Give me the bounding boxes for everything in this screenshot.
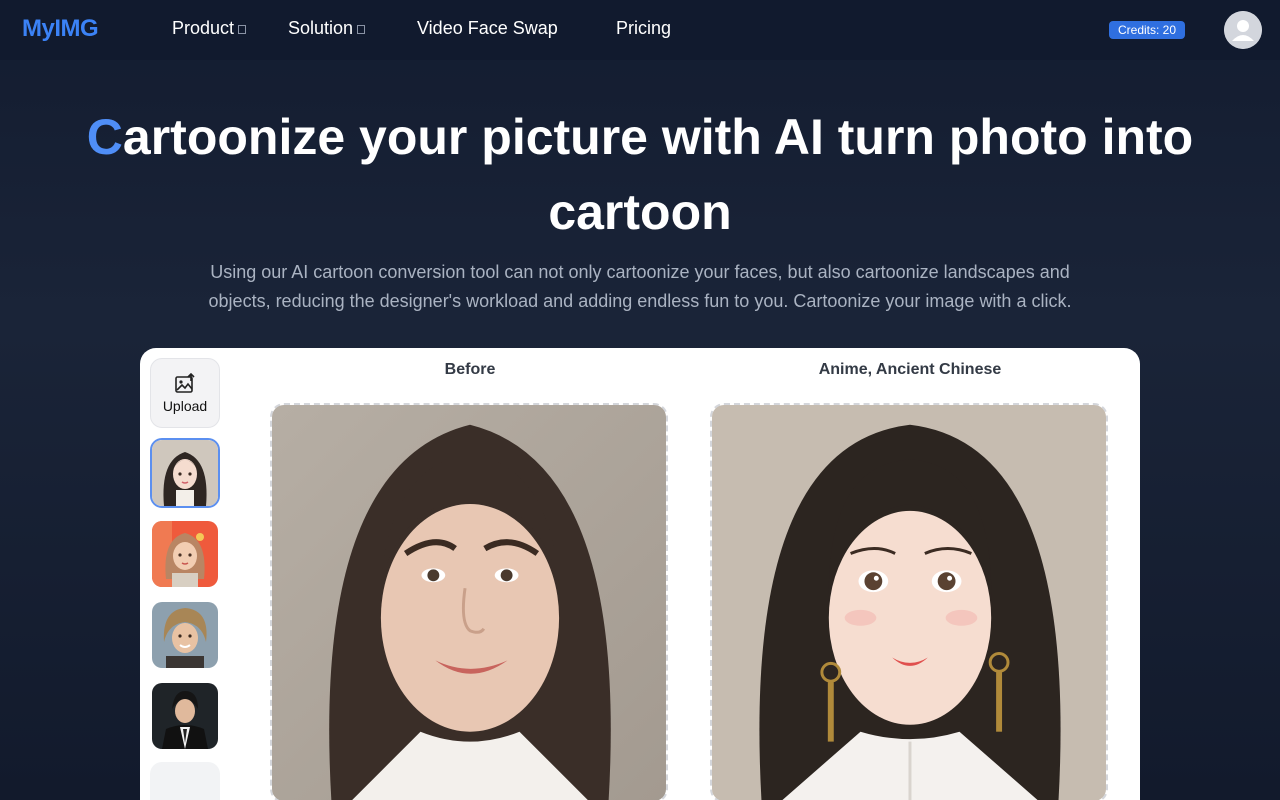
nav-solution-label: Solution [288,18,354,38]
sample-thumbnail-1[interactable] [150,438,220,508]
sample-thumbnail-4[interactable] [150,681,220,751]
cartoonize-panel: Upload Before Anime, Ancient Chinese [140,348,1140,800]
nav-pricing-label: Pricing [616,18,672,38]
upload-button[interactable]: Upload [150,358,220,428]
dropdown-caret-icon [357,25,366,34]
sample-thumbnail-2[interactable] [150,519,220,589]
before-image [270,403,668,800]
nav-solution[interactable]: Solution [288,18,366,39]
page-subtitle: Using our AI cartoon conversion tool can… [208,262,1072,311]
sample-thumbnail-5[interactable] [150,762,220,800]
nav-pricing[interactable]: Pricing [616,18,671,39]
credits-badge[interactable]: Credits: 20 [1109,21,1186,39]
nav-product[interactable]: Product [172,18,247,39]
nav-video-face-swap[interactable]: Video Face Swap [417,18,558,39]
logo[interactable]: MyIMG [22,15,99,43]
nav-video-face-swap-label: Video Face Swap [417,18,558,38]
sample-cartoon-man-image [152,602,218,668]
after-image [710,403,1108,800]
sample-anime-girl-image [152,440,218,506]
sample-thumbnail-3[interactable] [150,600,220,670]
page-title: Cartoonize your picture with AI turn pho… [0,100,1280,250]
before-label: Before [444,361,496,378]
user-avatar[interactable] [1224,11,1262,49]
before-photo [272,405,666,800]
upload-label: Upload [162,397,208,414]
title-text: artoonize your picture with AI turn phot… [122,109,1194,240]
sample-suit-man-image [152,683,218,749]
after-label: Anime, Ancient Chinese [818,361,1002,378]
after-cartoon [712,405,1106,800]
top-nav-bar: MyIMG Product Solution Video Face Swap P… [0,0,1280,60]
title-accent-letter: C [86,109,123,165]
image-upload-icon [175,372,195,393]
user-icon [1224,11,1262,49]
nav-product-label: Product [172,18,235,38]
sample-cartoon-girl-image [152,521,218,587]
dropdown-caret-icon [238,25,247,34]
